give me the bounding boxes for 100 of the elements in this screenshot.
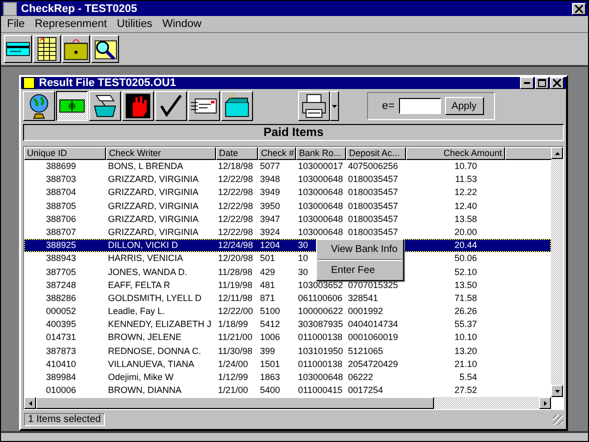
column-header[interactable]: Check # <box>258 147 296 160</box>
column-header[interactable]: Bank Ro... <box>296 147 346 160</box>
table-cell-text: REDNOSE, DONNA C. <box>107 344 202 358</box>
table-cell-text: 10.70 <box>453 160 478 173</box>
table-cell-text: 5100 <box>259 305 282 318</box>
app-icon <box>3 2 17 16</box>
print-button[interactable] <box>298 91 330 121</box>
table-cell-text: 011000415 <box>297 384 344 397</box>
close-button[interactable] <box>550 77 564 89</box>
scroll-down-button[interactable] <box>551 385 563 397</box>
table-cell-text: 011000138 <box>297 331 344 344</box>
scroll-left-button[interactable] <box>24 397 36 409</box>
toolbar-button[interactable] <box>56 91 88 121</box>
table-cell-text: VILLANUEVA, TIANA <box>107 358 196 371</box>
table-cell-text: 06222 <box>347 371 374 384</box>
table-cell-text: 389984 <box>45 371 78 384</box>
table-cell-text: BROWN, DIANNA <box>107 384 183 397</box>
table-cell-text: 303087935 <box>297 318 344 332</box>
filter-label: e= <box>382 100 395 112</box>
status-text: 1 Items selected <box>24 413 105 426</box>
table-cell-text: 10 <box>297 252 310 266</box>
table-cell-text: 410410 <box>45 358 78 371</box>
table-cell-text: 13.50 <box>453 278 478 292</box>
right-arrow-icon <box>544 400 546 406</box>
scroll-right-button[interactable] <box>539 397 551 409</box>
table-cell-text: 061100606 <box>297 292 344 305</box>
column-header[interactable]: Unique ID <box>24 147 106 160</box>
table-cell-text: 010006 <box>45 384 78 397</box>
table-cell-text: 12/22/98 <box>217 173 254 186</box>
table-cell-text: 0017254 <box>347 384 384 397</box>
table-cell-text: 388943 <box>45 252 78 266</box>
maximize-button[interactable] <box>535 77 549 89</box>
table-cell-text: 103000017 <box>297 160 344 173</box>
table-cell-text: GRIZZARD, VIRGINIA <box>107 186 200 200</box>
printer-icon <box>300 92 328 120</box>
table-cell-text: Odejimi, Mike W <box>107 371 175 384</box>
table-cell-text: 3950 <box>259 200 282 213</box>
table-cell-text: 3947 <box>259 212 282 226</box>
table-cell-text: 10.10 <box>453 331 478 344</box>
menu-item[interactable]: Window <box>162 18 202 30</box>
resize-grip-icon <box>553 414 563 424</box>
table-cell-text: GRIZZARD, VIRGINIA <box>107 226 200 239</box>
close-icon <box>553 79 561 87</box>
column-header[interactable]: Check Amount <box>406 147 505 160</box>
table-cell-text: 55.37 <box>453 318 478 332</box>
table-cell-text: 0001992 <box>347 305 384 318</box>
table-cell-text: 388705 <box>45 200 78 213</box>
table-cell-text: 011000138 <box>297 358 344 371</box>
table-cell-text: 387248 <box>45 278 78 292</box>
menu-item[interactable]: File <box>7 18 25 30</box>
table-cell-text: 399 <box>259 344 276 358</box>
table-cell-text: 12/20/98 <box>217 252 254 266</box>
table-cell-text: 103000648 <box>297 173 344 186</box>
table-cell-text: 5400 <box>259 384 282 397</box>
table-cell-text: 1501 <box>259 358 282 371</box>
menu-item[interactable]: View Bank Info <box>317 242 403 257</box>
table-cell-text: 100000622 <box>297 305 344 318</box>
column-header[interactable]: Check Writer <box>106 147 216 160</box>
table-cell-text: 12/22/98 <box>217 226 254 239</box>
table-cell-text: 0001060019 <box>347 331 400 344</box>
table-cell-text: GOLDSMITH, LYELL D <box>107 292 203 305</box>
dropdown-button[interactable] <box>330 91 339 121</box>
minimize-button[interactable] <box>520 77 534 89</box>
table-cell-text: 5077 <box>259 160 282 173</box>
column-header[interactable]: Date <box>216 147 258 160</box>
window-title: CheckRep - TEST0205 <box>21 2 138 15</box>
apply-button[interactable]: Apply <box>444 97 484 115</box>
table-cell-text: 388704 <box>45 186 78 200</box>
menu-item[interactable]: Represenment <box>34 18 107 30</box>
table-cell-text: 103003652 <box>297 278 344 292</box>
scroll-up-button[interactable] <box>551 147 563 159</box>
table-cell-text: 5121065 <box>347 344 384 358</box>
table-cell-text: 11/28/98 <box>217 266 254 278</box>
table-cell-text: 20.00 <box>453 226 478 239</box>
table-cell-text: 5.54 <box>458 371 478 384</box>
input-field[interactable] <box>398 98 441 114</box>
section-heading: Paid Items <box>23 124 564 141</box>
table-cell-text: 50.06 <box>453 252 478 266</box>
table-cell-text: DILLON, VICKI D <box>107 239 180 252</box>
vertical-scrollbar[interactable] <box>551 147 563 397</box>
table-cell-text: 12/24/98 <box>217 239 254 252</box>
close-button[interactable] <box>572 2 586 15</box>
close-icon <box>575 4 583 13</box>
menu-item[interactable]: Enter Fee <box>317 263 403 278</box>
table-cell-text: 481 <box>259 278 276 292</box>
table-cell-text: 1/18/99 <box>217 318 250 332</box>
table-cell-text: 0180035457 <box>347 200 400 213</box>
column-header[interactable] <box>505 147 551 160</box>
menu-item[interactable]: Utilities <box>116 18 152 30</box>
table-cell-text: 0180035457 <box>347 173 400 186</box>
table-cell-text: 3924 <box>259 226 282 239</box>
scroll-thumb[interactable] <box>36 397 434 409</box>
table-cell-text: 0707015325 <box>347 278 400 292</box>
column-header[interactable]: Deposit Ac... <box>346 147 406 160</box>
table-cell-text: 0180035457 <box>347 226 400 239</box>
table-cell-text: 21.10 <box>453 358 478 371</box>
table-cell-text: 0180035457 <box>347 212 400 226</box>
maximize-icon <box>538 79 546 87</box>
table-cell-text: 103000648 <box>297 200 344 213</box>
horizontal-scrollbar[interactable] <box>24 397 551 409</box>
